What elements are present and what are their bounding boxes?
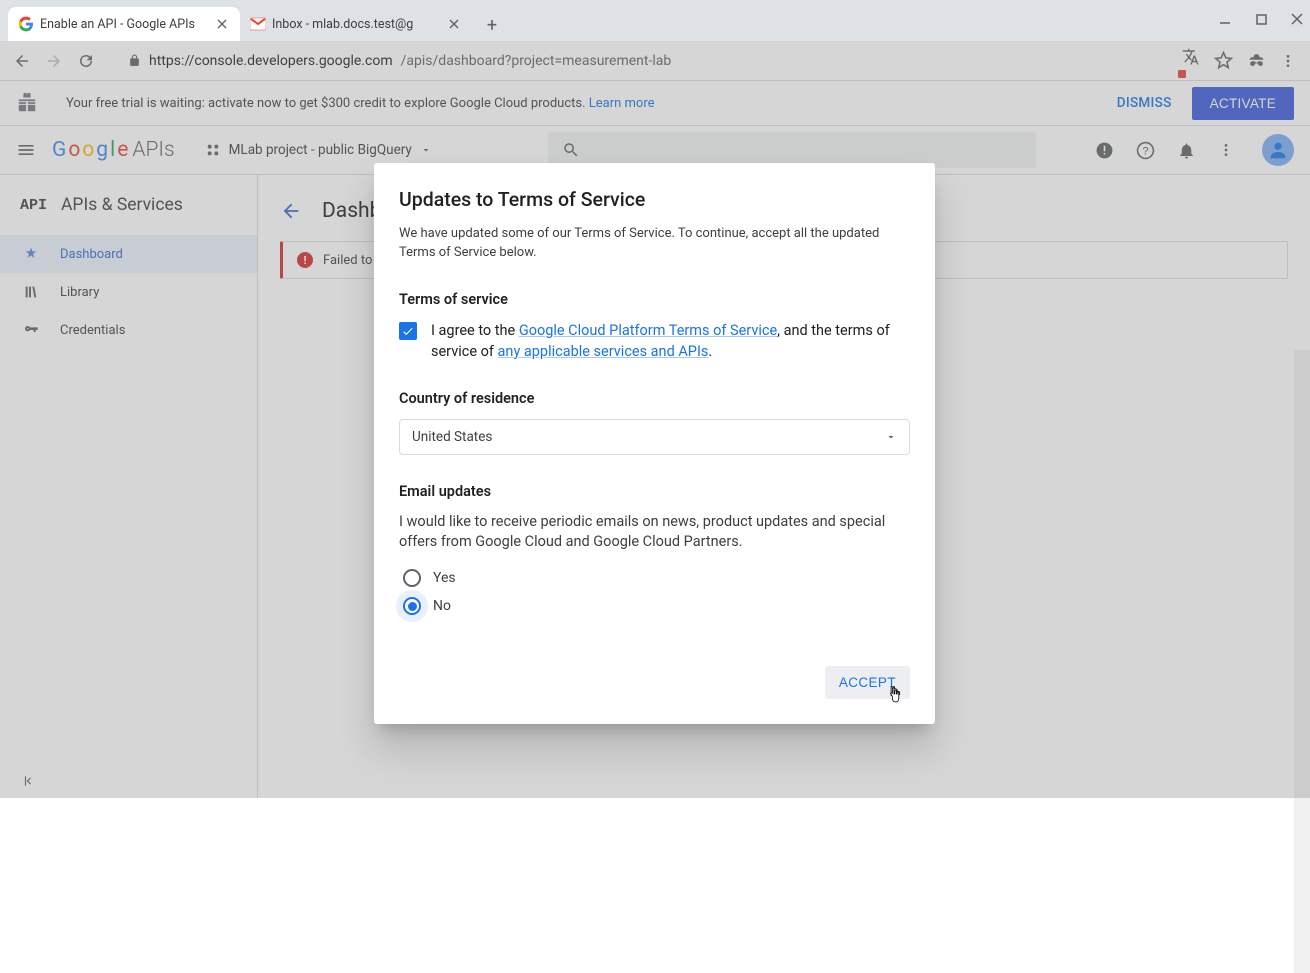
gcp-tos-link[interactable]: Google Cloud Platform Terms of Service <box>519 322 777 339</box>
maximize-icon[interactable] <box>1254 12 1268 26</box>
close-icon[interactable] <box>446 16 462 32</box>
country-value: United States <box>412 429 492 445</box>
window-close-icon[interactable] <box>1290 12 1304 26</box>
services-apis-link[interactable]: any applicable services and APIs <box>498 343 709 360</box>
window-controls <box>1218 12 1304 26</box>
cursor-icon <box>886 686 904 704</box>
tab-title: Inbox - mlab.docs.test@g <box>272 17 440 32</box>
tab-title: Enable an API - Google APIs <box>40 17 208 32</box>
browser-tab-active[interactable]: Enable an API - Google APIs <box>8 7 240 41</box>
radio-yes[interactable]: Yes <box>401 564 910 592</box>
country-header: Country of residence <box>399 390 910 407</box>
modal-intro: We have updated some of our Terms of Ser… <box>399 225 910 263</box>
minimize-icon[interactable] <box>1218 12 1232 26</box>
radio-no[interactable]: No <box>401 592 910 620</box>
emails-text: I would like to receive periodic emails … <box>399 512 910 553</box>
browser-tab[interactable]: Inbox - mlab.docs.test@g <box>240 7 472 41</box>
country-select[interactable]: United States <box>399 419 910 455</box>
agree-text: I agree to the Google Cloud Platform Ter… <box>431 320 910 362</box>
google-favicon-icon <box>18 16 34 32</box>
radio-icon <box>403 569 421 587</box>
terms-of-service-modal: Updates to Terms of Service We have upda… <box>374 163 935 724</box>
tos-header: Terms of service <box>399 291 910 308</box>
agree-checkbox[interactable] <box>399 322 417 340</box>
emails-header: Email updates <box>399 483 910 500</box>
modal-title: Updates to Terms of Service <box>399 188 910 211</box>
dropdown-icon <box>885 431 897 443</box>
close-icon[interactable] <box>214 16 230 32</box>
browser-tab-strip: Enable an API - Google APIs Inbox - mlab… <box>0 0 1310 41</box>
new-tab-button[interactable]: + <box>478 11 506 39</box>
radio-icon <box>403 597 421 615</box>
gmail-favicon-icon <box>250 16 266 32</box>
